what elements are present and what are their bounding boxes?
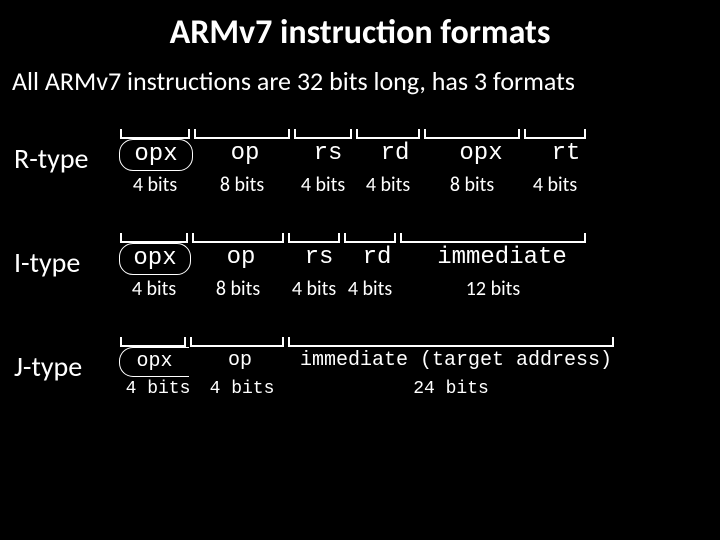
format-j-type: J-type opx op immediate (target address)… (8, 335, 712, 399)
j-field-op: op (191, 347, 289, 377)
format-i-type: I-type opx op rs rd immediate 4 bits 8 b… (8, 231, 712, 301)
j-bits-2: 24 bits (286, 379, 616, 399)
i-bits-1: 8 bits (190, 277, 286, 301)
j-field-opx: opx (119, 347, 189, 377)
r-bits-4: 8 bits (422, 173, 522, 197)
r-bits-1: 8 bits (192, 173, 292, 197)
i-type-label: I-type (8, 231, 118, 280)
r-field-rt: rt (533, 139, 599, 171)
r-type-diagram: opx op rs rd opx rt 4 bits 8 bits 4 bits… (118, 127, 712, 197)
i-field-rd: rd (349, 243, 405, 275)
i-field-immediate: immediate (407, 243, 597, 275)
r-field-rd: rd (361, 139, 429, 171)
r-bits-3: 4 bits (354, 173, 422, 197)
j-type-diagram: opx op immediate (target address) 4 bits… (118, 335, 712, 399)
j-bits-1: 4 bits (198, 379, 286, 399)
r-field-op: op (195, 139, 295, 171)
format-r-type: R-type opx op rs rd opx rt 4 bits 8 bits… (8, 127, 712, 197)
i-field-rs: rs (291, 243, 347, 275)
i-bits-0: 4 bits (118, 277, 190, 301)
r-field-opx2: opx (431, 139, 531, 171)
r-field-opx1: opx (119, 139, 193, 171)
i-bits-4: 12 bits (398, 277, 588, 301)
i-bits-3: 4 bits (342, 277, 398, 301)
i-field-op: op (193, 243, 289, 275)
i-field-opx: opx (119, 243, 191, 275)
r-type-label: R-type (8, 127, 118, 176)
r-bits-0: 4 bits (118, 173, 192, 197)
subtitle: All ARMv7 instructions are 32 bits long,… (8, 65, 712, 97)
r-field-rs: rs (297, 139, 359, 171)
i-bits-2: 4 bits (286, 277, 342, 301)
j-field-immediate: immediate (target address) (291, 347, 621, 377)
j-bits-0: 4 bits (118, 379, 198, 399)
j-type-label: J-type (8, 335, 118, 384)
i-type-diagram: opx op rs rd immediate 4 bits 8 bits 4 b… (118, 231, 712, 301)
r-bits-2: 4 bits (292, 173, 354, 197)
page-title: ARMv7 instruction formats (8, 12, 712, 53)
r-bits-5: 4 bits (522, 173, 588, 197)
